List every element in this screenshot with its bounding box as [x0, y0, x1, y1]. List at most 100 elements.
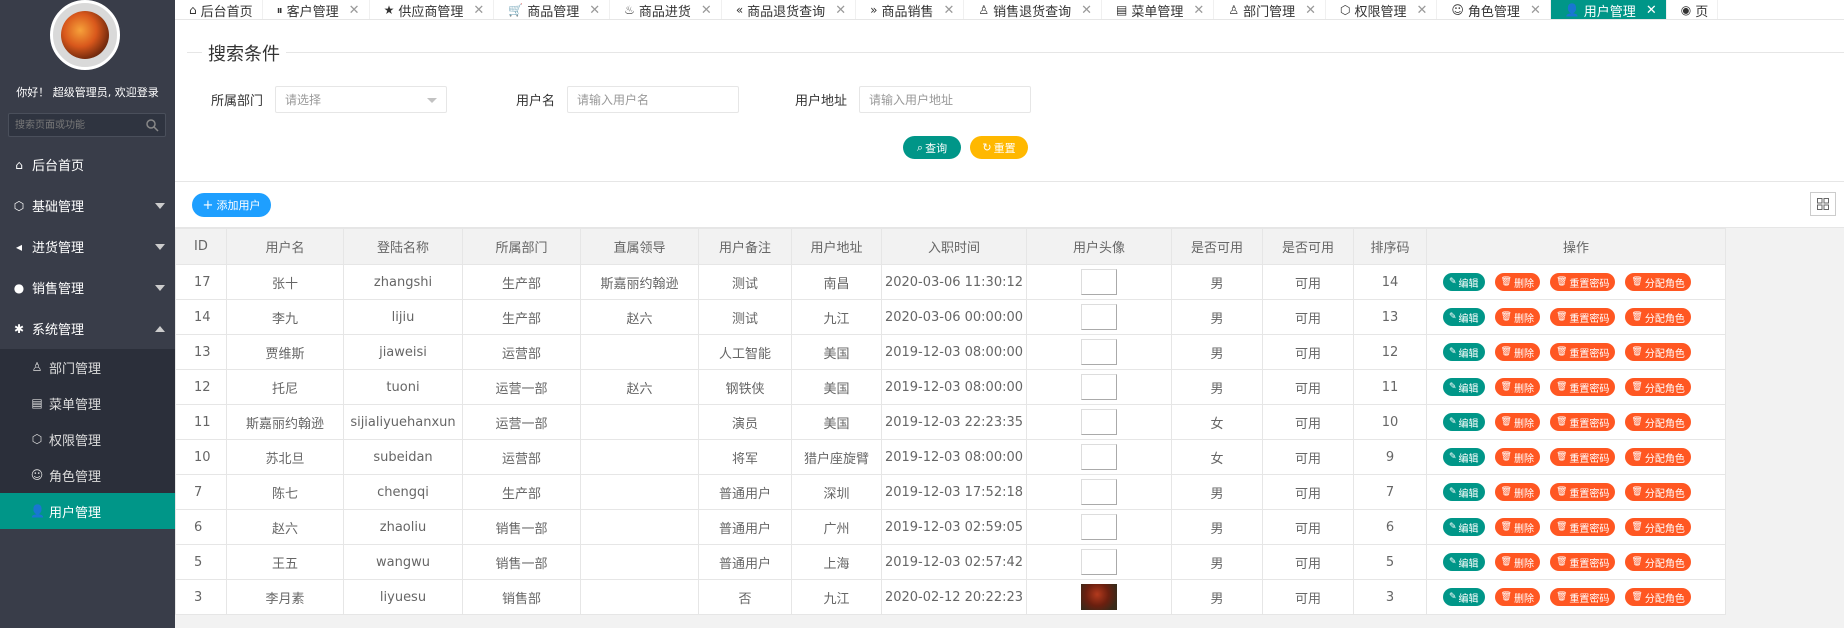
assign-role-button[interactable]: 🗑 分配角色: [1625, 588, 1691, 606]
col-hiretime[interactable]: 入职时间: [881, 228, 1027, 265]
sidebar-item-purchase[interactable]: ◂ 进货管理: [0, 226, 175, 267]
sidebar-item-system[interactable]: ✱ 系统管理: [0, 308, 175, 349]
tab-role[interactable]: ☺ 角色管理 ✕: [1437, 0, 1551, 19]
edit-button[interactable]: ✎ 编辑: [1443, 588, 1485, 606]
dept-select[interactable]: 请选择: [275, 86, 448, 113]
col-ops[interactable]: 操作: [1426, 228, 1726, 265]
col-login[interactable]: 登陆名称: [343, 228, 463, 265]
assign-role-button[interactable]: 🗑 分配角色: [1625, 273, 1691, 291]
close-icon[interactable]: ✕: [1305, 3, 1316, 18]
tab-label: 菜单管理: [1131, 4, 1184, 20]
delete-button[interactable]: 🗑 删除: [1494, 483, 1540, 501]
assign-role-button[interactable]: 🗑 分配角色: [1625, 308, 1691, 326]
col-available[interactable]: 是否可用: [1262, 228, 1354, 265]
reset-password-button[interactable]: 🗑 重置密码: [1549, 378, 1616, 396]
query-button[interactable]: ⌕ 查询: [903, 136, 961, 159]
delete-button[interactable]: 🗑 删除: [1494, 378, 1540, 396]
close-icon[interactable]: ✕: [473, 3, 484, 18]
sidebar-item-dept[interactable]: ♙ 部门管理: [0, 349, 175, 385]
edit-button[interactable]: ✎ 编辑: [1443, 343, 1485, 361]
sidebar-item-role[interactable]: ☺ 角色管理: [0, 457, 175, 493]
delete-button[interactable]: 🗑 删除: [1494, 273, 1540, 291]
edit-button[interactable]: ✎ 编辑: [1443, 308, 1485, 326]
assign-role-button[interactable]: 🗑 分配角色: [1625, 553, 1691, 571]
delete-button[interactable]: 🗑 删除: [1494, 308, 1540, 326]
close-icon[interactable]: ✕: [1417, 3, 1428, 18]
edit-button[interactable]: ✎ 编辑: [1443, 413, 1485, 431]
delete-button[interactable]: 🗑 删除: [1494, 343, 1540, 361]
sidebar-item-sales[interactable]: ● 销售管理: [0, 267, 175, 308]
delete-button[interactable]: 🗑 删除: [1494, 413, 1540, 431]
close-icon[interactable]: ✕: [1646, 3, 1657, 18]
edit-button[interactable]: ✎ 编辑: [1443, 273, 1485, 291]
sidebar-item-perm[interactable]: ⬡ 权限管理: [0, 421, 175, 457]
close-icon[interactable]: ✕: [1530, 3, 1541, 18]
close-icon[interactable]: ✕: [589, 3, 600, 18]
search-icon[interactable]: [145, 118, 159, 132]
col-sex[interactable]: 是否可用: [1171, 228, 1263, 265]
reset-password-button[interactable]: 🗑 重置密码: [1549, 483, 1616, 501]
col-address[interactable]: 用户地址: [791, 228, 882, 265]
tab-supplier[interactable]: ★ 供应商管理 ✕: [370, 0, 495, 19]
reset-password-button[interactable]: 🗑 重置密码: [1549, 413, 1616, 431]
reset-password-button[interactable]: 🗑 重置密码: [1549, 308, 1616, 326]
reset-password-button[interactable]: 🗑 重置密码: [1549, 588, 1616, 606]
edit-button[interactable]: ✎ 编辑: [1443, 483, 1485, 501]
reset-password-button[interactable]: 🗑 重置密码: [1549, 518, 1616, 536]
tab-perm[interactable]: ⬡ 权限管理 ✕: [1326, 0, 1438, 19]
reset-button[interactable]: ↻ 重置: [970, 136, 1028, 159]
reset-password-button[interactable]: 🗑 重置密码: [1549, 273, 1616, 291]
reset-password-button[interactable]: 🗑 重置密码: [1549, 343, 1616, 361]
edit-button[interactable]: ✎ 编辑: [1443, 378, 1485, 396]
edit-button[interactable]: ✎ 编辑: [1443, 518, 1485, 536]
username-input[interactable]: 请输入用户名: [567, 86, 740, 113]
avatar[interactable]: [50, 0, 120, 70]
reset-password-button[interactable]: 🗑 重置密码: [1549, 553, 1616, 571]
tab-sales[interactable]: » 商品销售 ✕: [856, 0, 965, 19]
col-username[interactable]: 用户名: [226, 228, 344, 265]
col-avatar[interactable]: 用户头像: [1026, 228, 1172, 265]
tab-outport[interactable]: «商品退货查询 ✕: [722, 0, 857, 19]
delete-button[interactable]: 🗑 删除: [1494, 588, 1540, 606]
edit-button[interactable]: ✎ 编辑: [1443, 448, 1485, 466]
close-icon[interactable]: ✕: [943, 3, 954, 18]
col-remark[interactable]: 用户备注: [698, 228, 792, 265]
tab-customer[interactable]: ⏸ 客户管理 ✕: [263, 0, 370, 19]
close-icon[interactable]: ✕: [349, 3, 360, 18]
assign-role-button[interactable]: 🗑 分配角色: [1625, 518, 1691, 536]
close-icon[interactable]: ✕: [1081, 3, 1092, 18]
col-order[interactable]: 排序码: [1353, 228, 1427, 265]
tab-home[interactable]: ⌂ 后台首页: [175, 0, 263, 19]
col-id[interactable]: ID: [175, 228, 227, 265]
address-input[interactable]: 请输入用户地址: [859, 86, 1032, 113]
tab-goods[interactable]: 🛒 商品管理 ✕: [494, 0, 611, 19]
delete-button[interactable]: 🗑 删除: [1494, 518, 1540, 536]
tab-user[interactable]: 👤 用户管理 ✕: [1550, 0, 1667, 19]
sidebar-item-basic[interactable]: ⬡ 基础管理: [0, 185, 175, 226]
delete-button[interactable]: 🗑 删除: [1494, 553, 1540, 571]
sidebar-item-home[interactable]: ⌂ 后台首页: [0, 144, 175, 185]
assign-role-button[interactable]: 🗑 分配角色: [1625, 448, 1691, 466]
columns-filter-button[interactable]: [1810, 192, 1836, 216]
tab-more[interactable]: ◉ 页: [1667, 0, 1719, 19]
assign-role-button[interactable]: 🗑 分配角色: [1625, 378, 1691, 396]
delete-button[interactable]: 🗑 删除: [1494, 448, 1540, 466]
assign-role-button[interactable]: 🗑 分配角色: [1625, 413, 1691, 431]
assign-role-button[interactable]: 🗑 分配角色: [1625, 483, 1691, 501]
sidebar-item-user[interactable]: 👤 用户管理: [0, 493, 175, 529]
tab-menu[interactable]: ▤ 菜单管理 ✕: [1102, 0, 1215, 20]
tab-inport[interactable]: ♨ 商品进货 ✕: [610, 0, 722, 19]
close-icon[interactable]: ✕: [835, 3, 846, 18]
sidebar-search-input[interactable]: [9, 114, 137, 136]
close-icon[interactable]: ✕: [701, 3, 712, 18]
col-leader[interactable]: 直属领导: [580, 228, 699, 265]
add-user-button[interactable]: + 添加用户: [192, 193, 271, 217]
assign-role-button[interactable]: 🗑 分配角色: [1625, 343, 1691, 361]
reset-password-button[interactable]: 🗑 重置密码: [1549, 448, 1616, 466]
close-icon[interactable]: ✕: [1193, 3, 1204, 18]
tab-salesback[interactable]: ♙ 销售退货查询 ✕: [964, 0, 1103, 19]
col-dept[interactable]: 所属部门: [462, 228, 581, 265]
sidebar-item-menu[interactable]: ▤ 菜单管理: [0, 385, 175, 421]
tab-dept[interactable]: ♙ 部门管理 ✕: [1214, 0, 1326, 19]
edit-button[interactable]: ✎ 编辑: [1443, 553, 1485, 571]
